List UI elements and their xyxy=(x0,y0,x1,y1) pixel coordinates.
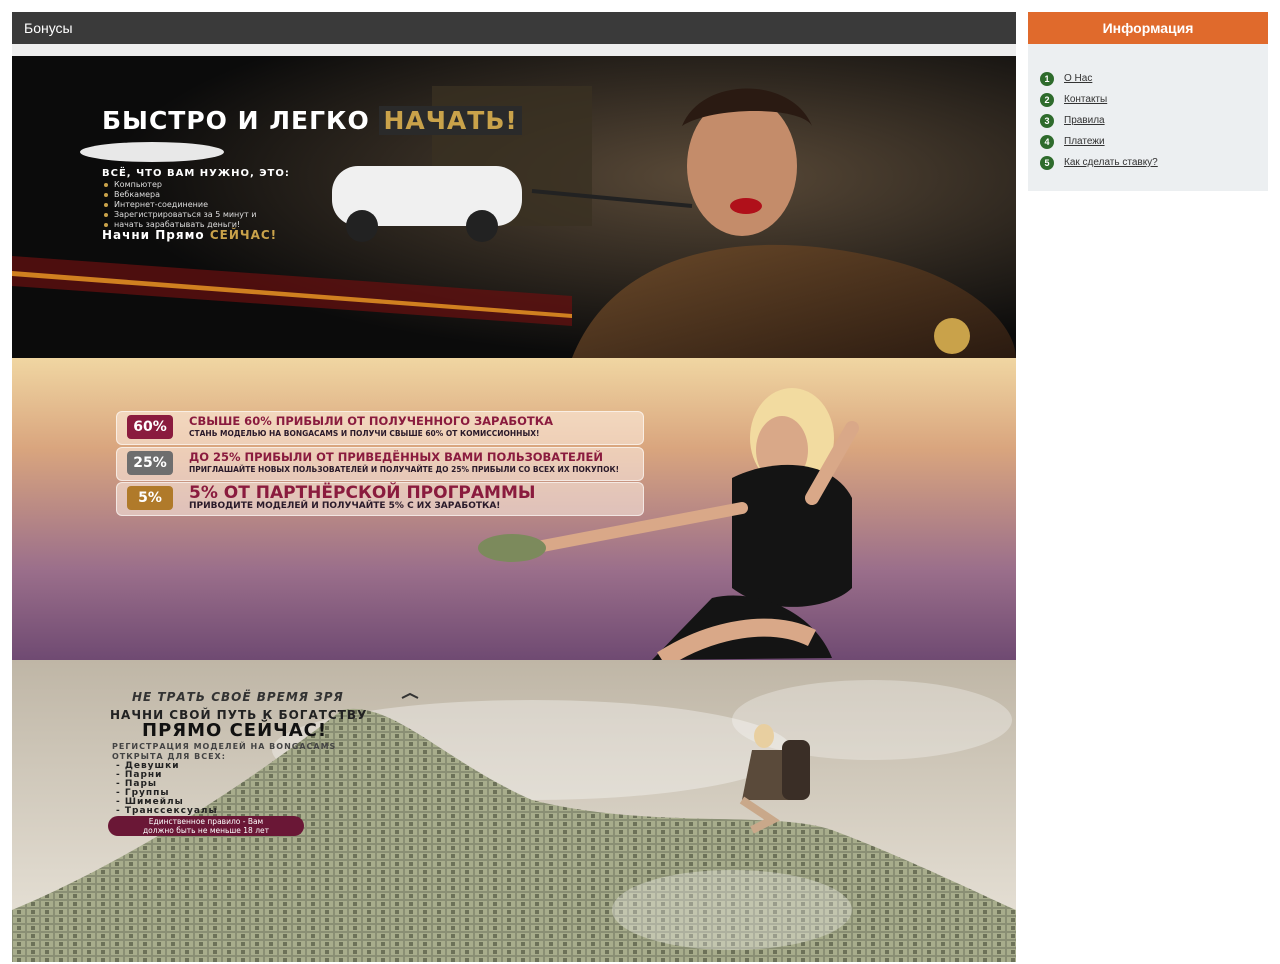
info-sidebar: Информация 1 О Нас 2 Контакты 3 Правила … xyxy=(1028,12,1268,191)
audience-list: - Девушки - Парни - Пары - Группы - Шиме… xyxy=(116,762,218,816)
number-badge: 1 xyxy=(1040,71,1054,86)
link-rules[interactable]: Правила xyxy=(1064,115,1105,126)
link-how-to-bet[interactable]: Как сделать ставку? xyxy=(1064,157,1158,168)
cta-text: Начни Прямо xyxy=(102,228,205,242)
percent-badge: 5% xyxy=(127,486,173,510)
slogan-headline: ПРЯМО СЕЙЧАС! xyxy=(142,720,328,741)
number-badge: 3 xyxy=(1040,113,1054,128)
requirements-list: Компьютер Вебкамера Интернет-соединение … xyxy=(102,180,256,230)
age-rule-badge: Единственное правило - Вам должно быть н… xyxy=(108,816,304,836)
banner-registration[interactable]: НЕ ТРАТЬ СВОЁ ВРЕМЯ ЗРЯ НАЧНИ СВОЙ ПУТЬ … xyxy=(12,660,1016,962)
offer-25: 25% ДО 25% ПРИБЫЛИ ОТ ПРИВЕДЁННЫХ ВАМИ П… xyxy=(116,447,644,481)
list-item: Интернет-соединение xyxy=(103,200,256,210)
slogan-line: НЕ ТРАТЬ СВОЁ ВРЕМЯ ЗРЯ xyxy=(132,690,344,704)
banner-profit-offers[interactable]: 60% СВЫШЕ 60% ПРИБЫЛИ ОТ ПОЛУЧЕННОГО ЗАР… xyxy=(12,358,1016,660)
offer-title: СВЫШЕ 60% ПРИБЫЛИ ОТ ПОЛУЧЕННОГО ЗАРАБОТ… xyxy=(189,414,554,428)
list-item: Компьютер xyxy=(103,180,256,190)
banner-start-easy[interactable]: БЫСТРО И ЛЕГКО НАЧАТЬ! ВСЁ, ЧТО ВАМ НУЖН… xyxy=(12,56,1016,358)
registration-text: РЕГИСТРАЦИЯ МОДЕЛЕЙ НА BONGACAMS xyxy=(112,742,337,751)
offer-subtitle: СТАНЬ МОДЕЛЬЮ НА BONGACAMS И ПОЛУЧИ СВЫШ… xyxy=(189,429,540,438)
cta-accent: СЕЙЧАС! xyxy=(209,228,278,242)
offer-5: 5% 5% ОТ ПАРТНЁРСКОЙ ПРОГРАММЫ ПРИВОДИТЕ… xyxy=(116,482,644,516)
number-badge: 2 xyxy=(1040,92,1054,107)
percent-badge: 25% xyxy=(127,451,173,475)
age-rule-line: должно быть не меньше 18 лет xyxy=(143,826,269,835)
headline-accent: НАЧАТЬ! xyxy=(379,106,522,135)
link-contacts[interactable]: Контакты xyxy=(1064,94,1107,105)
registration-text: ОТКРЫТА ДЛЯ ВСЕХ: xyxy=(112,752,226,761)
info-links-list: 1 О Нас 2 Контакты 3 Правила 4 Платежи 5… xyxy=(1028,44,1268,173)
link-about[interactable]: О Нас xyxy=(1064,73,1092,84)
offer-60: 60% СВЫШЕ 60% ПРИБЫЛИ ОТ ПОЛУЧЕННОГО ЗАР… xyxy=(116,411,644,445)
link-payments[interactable]: Платежи xyxy=(1064,136,1105,147)
offer-subtitle: ПРИГЛАШАЙТЕ НОВЫХ ПОЛЬЗОВАТЕЛЕЙ И ПОЛУЧА… xyxy=(189,465,619,474)
number-badge: 5 xyxy=(1040,155,1054,170)
sidebar-item-contacts: 2 Контакты xyxy=(1040,89,1268,110)
sidebar-item-payments: 4 Платежи xyxy=(1040,131,1268,152)
header-divider xyxy=(12,44,1016,56)
page-title: Бонусы xyxy=(12,12,1016,44)
number-badge: 4 xyxy=(1040,134,1054,149)
percent-badge: 60% xyxy=(127,415,173,439)
age-rule-line: Единственное правило - Вам xyxy=(148,817,264,826)
sidebar-item-how-to-bet: 5 Как сделать ставку? xyxy=(1040,152,1268,173)
list-item: - Транссексуалы xyxy=(116,806,218,816)
sidebar-item-rules: 3 Правила xyxy=(1040,110,1268,131)
sidebar-item-about: 1 О Нас xyxy=(1040,68,1268,89)
sidebar-title: Информация xyxy=(1028,12,1268,44)
banner-headline: БЫСТРО И ЛЕГКО НАЧАТЬ! xyxy=(102,106,522,135)
list-item: Зарегистрироваться за 5 минут и xyxy=(103,210,257,219)
offer-title: 5% ОТ ПАРТНЁРСКОЙ ПРОГРАММЫ xyxy=(189,483,536,503)
requirements-title: ВСЁ, ЧТО ВАМ НУЖНО, ЭТО: xyxy=(102,168,290,179)
offer-title: ДО 25% ПРИБЫЛИ ОТ ПРИВЕДЁННЫХ ВАМИ ПОЛЬЗ… xyxy=(189,450,603,464)
offer-subtitle: ПРИВОДИТЕ МОДЕЛЕЙ И ПОЛУЧАЙТЕ 5% С ИХ ЗА… xyxy=(189,501,501,511)
headline-main: БЫСТРО И ЛЕГКО xyxy=(102,106,370,135)
main-content: Бонусы БЫСТРО И ЛЕГКО НАЧАТЬ! ВСЁ, ЧТО В… xyxy=(12,12,1016,962)
list-item: Вебкамера xyxy=(103,190,256,200)
banner-cta: Начни Прямо СЕЙЧАС! xyxy=(102,228,277,242)
